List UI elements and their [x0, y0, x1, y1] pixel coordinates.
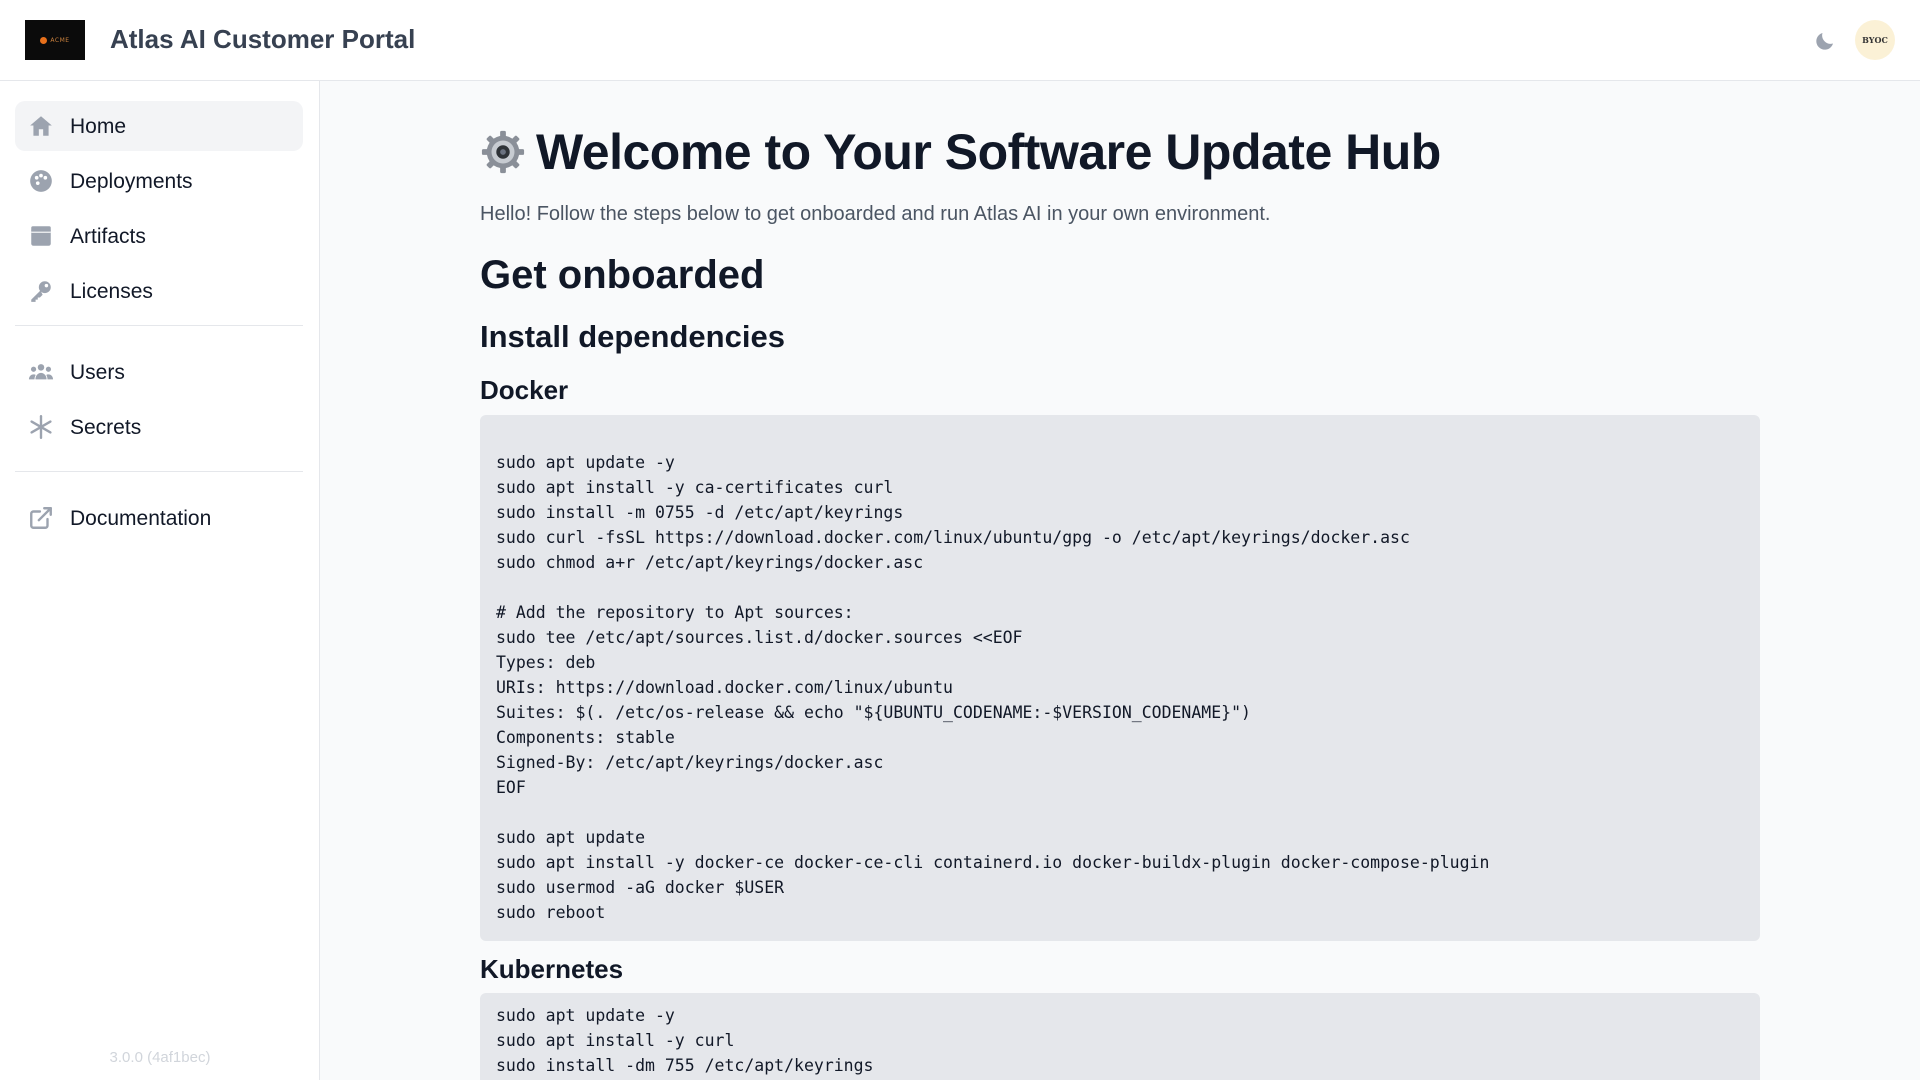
sidebar-item-documentation[interactable]: Documentation	[15, 493, 303, 543]
palette-icon	[28, 168, 54, 194]
kubernetes-code-block[interactable]: sudo apt update -y sudo apt install -y c…	[480, 993, 1760, 1080]
sidebar-divider	[15, 325, 303, 326]
moon-icon	[1816, 33, 1833, 50]
sidebar-item-label: Documentation	[70, 507, 212, 530]
external-link-icon	[28, 505, 54, 531]
sidebar-divider	[15, 471, 303, 472]
theme-toggle-button[interactable]	[1808, 24, 1842, 58]
page-title-row: Welcome to Your Software Update Hub	[480, 123, 1441, 181]
sidebar-item-secrets[interactable]: Secrets	[15, 402, 303, 452]
sidebar: Home Deployments Artifacts Licenses User…	[0, 81, 320, 1080]
gear-icon	[481, 130, 525, 174]
docker-code-block[interactable]: sudo apt update -y sudo apt install -y c…	[480, 415, 1760, 941]
logo-text: ACME	[50, 36, 70, 44]
sidebar-item-home[interactable]: Home	[15, 101, 303, 151]
home-icon	[28, 113, 54, 139]
section-heading-get-onboarded: Get onboarded	[480, 253, 765, 297]
logo-mark-icon	[40, 36, 48, 44]
user-avatar[interactable]: BYOC	[1855, 20, 1895, 60]
sidebar-item-label: Deployments	[70, 170, 193, 193]
key-icon	[28, 278, 54, 304]
subsection-heading-install-dependencies: Install dependencies	[480, 319, 785, 354]
sidebar-item-artifacts[interactable]: Artifacts	[15, 211, 303, 261]
box-icon	[28, 223, 54, 249]
app-title: Atlas AI Customer Portal	[110, 24, 416, 54]
intro-text: Hello! Follow the steps below to get onb…	[480, 203, 1271, 225]
sidebar-item-users[interactable]: Users	[15, 347, 303, 397]
asterisk-icon	[28, 414, 54, 440]
top-bar: ACME Atlas AI Customer Portal BYOC	[0, 0, 1920, 81]
page-title: Welcome to Your Software Update Hub	[536, 124, 1441, 180]
docker-heading: Docker	[480, 375, 569, 405]
kubernetes-heading: Kubernetes	[480, 954, 624, 984]
sidebar-item-label: Users	[70, 361, 125, 384]
users-icon	[28, 359, 54, 385]
sidebar-item-label: Home	[70, 115, 127, 138]
app-version: 3.0.0 (4af1bec)	[109, 1049, 211, 1066]
sidebar-item-label: Artifacts	[70, 225, 146, 248]
sidebar-item-licenses[interactable]: Licenses	[15, 266, 303, 316]
sidebar-item-label: Secrets	[70, 416, 142, 439]
sidebar-item-label: Licenses	[70, 280, 153, 303]
acme-logo[interactable]: ACME	[25, 20, 85, 60]
sidebar-item-deployments[interactable]: Deployments	[15, 156, 303, 206]
